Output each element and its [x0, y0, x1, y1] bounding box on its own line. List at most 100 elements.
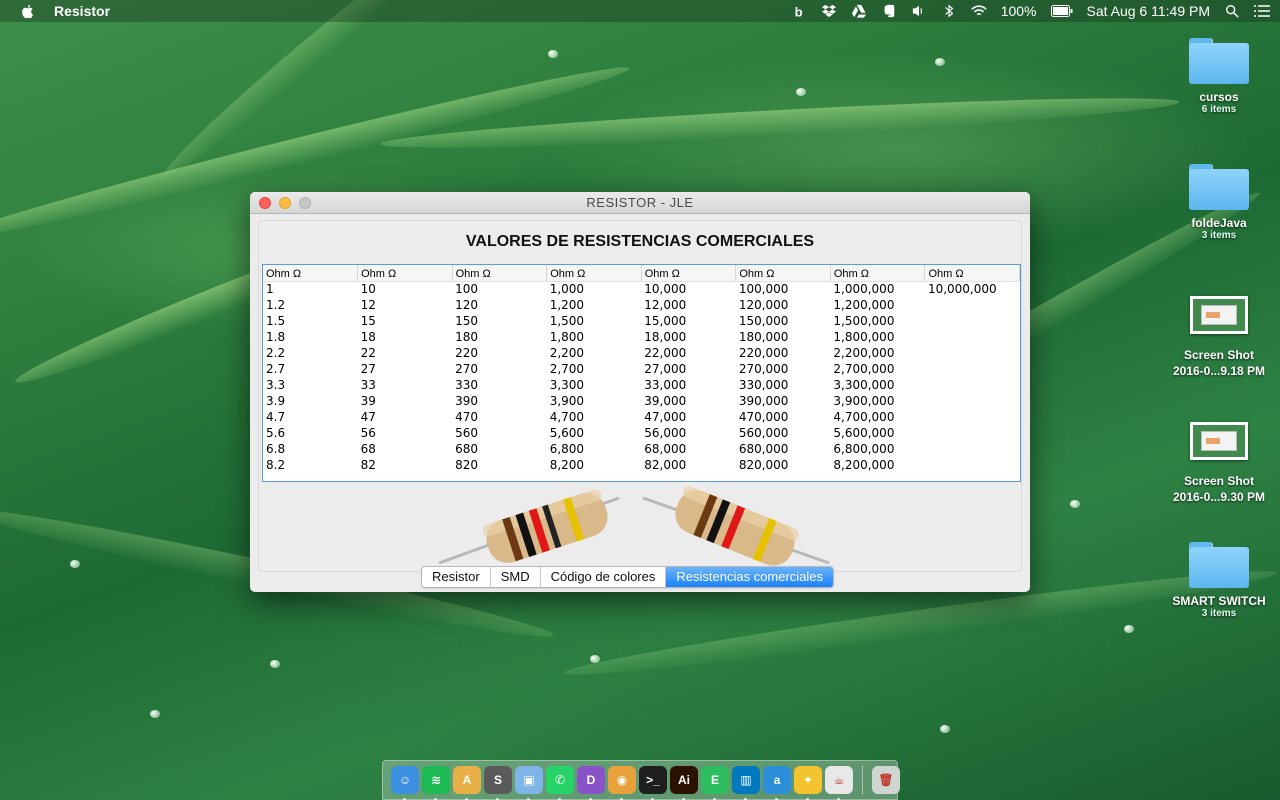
table-cell[interactable]: 47,000	[641, 409, 736, 425]
table-cell[interactable]: 180	[452, 329, 547, 345]
clock[interactable]: Sat Aug 6 11:49 PM	[1087, 3, 1211, 19]
table-cell[interactable]: 5,600	[547, 425, 642, 441]
table-cell[interactable]: 6,800	[547, 441, 642, 457]
table-cell[interactable]: 470	[452, 409, 547, 425]
apple-menu-icon[interactable]	[20, 3, 36, 19]
table-cell[interactable]: 22	[358, 345, 453, 361]
table-cell[interactable]	[925, 457, 1020, 473]
table-cell[interactable]	[925, 393, 1020, 409]
table-cell[interactable]: 3,900	[547, 393, 642, 409]
desktop-screenshot-1[interactable]: Screen Shot 2016-0...9.18 PM	[1159, 296, 1279, 378]
table-cell[interactable]: 18,000	[641, 329, 736, 345]
table-cell[interactable]: 56	[358, 425, 453, 441]
table-row[interactable]: 5.6 56 560 5,600 56,000 560,000 5,600,000	[263, 425, 1020, 441]
table-cell[interactable]	[925, 377, 1020, 393]
table-cell[interactable]: 3,300,000	[830, 377, 925, 393]
table-cell[interactable]: 2,200,000	[830, 345, 925, 361]
table-cell[interactable]: 390	[452, 393, 547, 409]
table-cell[interactable]: 390,000	[736, 393, 831, 409]
table-cell[interactable]: 680	[452, 441, 547, 457]
table-cell[interactable]: 12	[358, 297, 453, 313]
table-cell[interactable]: 68,000	[641, 441, 736, 457]
app-menu-name[interactable]: Resistor	[54, 3, 110, 19]
table-row[interactable]: 1 10 100 1,000 10,000 100,000 1,000,000 10,000,…	[263, 281, 1020, 297]
table-row[interactable]: 6.8 68 680 6,800 68,000 680,000 6,800,000	[263, 441, 1020, 457]
table-cell[interactable]: 120,000	[736, 297, 831, 313]
table-row[interactable]: 3.9 39 390 3,900 39,000 390,000 3,900,000	[263, 393, 1020, 409]
android-studio-icon[interactable]: A	[453, 766, 481, 800]
table-cell[interactable]: 68	[358, 441, 453, 457]
table-cell[interactable]: 5.6	[263, 425, 358, 441]
table-cell[interactable]: 330	[452, 377, 547, 393]
table-cell[interactable]: 1.2	[263, 297, 358, 313]
column-header[interactable]: Ohm Ω	[263, 265, 359, 282]
table-cell[interactable]: 3,900,000	[830, 393, 925, 409]
table-cell[interactable]: 1.8	[263, 329, 358, 345]
table-cell[interactable]: 1,500	[547, 313, 642, 329]
table-cell[interactable]: 1.5	[263, 313, 358, 329]
table-cell[interactable]: 8,200,000	[830, 457, 925, 473]
bitbucket-icon[interactable]: b	[791, 4, 807, 18]
table-cell[interactable]: 560,000	[736, 425, 831, 441]
table-cell[interactable]: 220	[452, 345, 547, 361]
wifi-icon[interactable]	[970, 4, 987, 18]
table-cell[interactable]: 8.2	[263, 457, 358, 473]
table-cell[interactable]: 820,000	[736, 457, 831, 473]
table-cell[interactable]: 470,000	[736, 409, 831, 425]
table-row[interactable]: 1.8 18 180 1,800 18,000 180,000 1,800,000	[263, 329, 1020, 345]
table-cell[interactable]: 33	[358, 377, 453, 393]
desktop-screenshot-2[interactable]: Screen Shot 2016-0...9.30 PM	[1159, 422, 1279, 504]
column-header[interactable]: Ohm Ω	[924, 265, 1020, 282]
table-cell[interactable]: 6.8	[263, 441, 358, 457]
table-cell[interactable]: 220,000	[736, 345, 831, 361]
spotify-icon[interactable]: ≋	[422, 766, 450, 800]
table-cell[interactable]: 8,200	[547, 457, 642, 473]
table-cell[interactable]: 150	[452, 313, 547, 329]
table-cell[interactable]	[925, 409, 1020, 425]
table-cell[interactable]: 3.9	[263, 393, 358, 409]
table-cell[interactable]: 3,300	[547, 377, 642, 393]
table-cell[interactable]: 27	[358, 361, 453, 377]
desktop-folder-foldejava[interactable]: foldeJava 3 items	[1159, 164, 1279, 241]
table-cell[interactable]: 2.2	[263, 345, 358, 361]
column-header[interactable]: Ohm Ω	[546, 265, 642, 282]
bluetooth-icon[interactable]	[941, 4, 957, 18]
terminal-icon[interactable]: >_	[639, 766, 667, 800]
table-cell[interactable]: 10,000,000	[925, 281, 1020, 297]
spotlight-icon[interactable]	[1224, 4, 1240, 18]
table-cell[interactable]: 39	[358, 393, 453, 409]
table-cell[interactable]: 180,000	[736, 329, 831, 345]
table-cell[interactable]: 1,500,000	[830, 313, 925, 329]
tab-codigo-de-colores[interactable]: Código de colores	[541, 567, 667, 587]
table-cell[interactable]: 100	[452, 281, 547, 297]
sublime-text-icon[interactable]: S	[484, 766, 512, 800]
volume-icon[interactable]	[911, 4, 927, 18]
table-cell[interactable]: 1	[263, 281, 358, 297]
table-cell[interactable]: 2.7	[263, 361, 358, 377]
table-cell[interactable]: 100,000	[736, 281, 831, 297]
java-icon[interactable]: ☕	[825, 766, 853, 800]
virtualbox-icon[interactable]: ▣	[515, 766, 543, 800]
table-row[interactable]: 1.2 12 120 1,200 12,000 120,000 1,200,000	[263, 297, 1020, 313]
table-cell[interactable]: 2,700	[547, 361, 642, 377]
table-cell[interactable]: 1,200,000	[830, 297, 925, 313]
notification-center-icon[interactable]	[1254, 4, 1270, 18]
table-cell[interactable]: 10,000	[641, 281, 736, 297]
table-cell[interactable]: 12,000	[641, 297, 736, 313]
table-row[interactable]: 3.3 33 330 3,300 33,000 330,000 3,300,000	[263, 377, 1020, 393]
table-cell[interactable]	[925, 441, 1020, 457]
table-cell[interactable]	[925, 425, 1020, 441]
table-cell[interactable]: 270,000	[736, 361, 831, 377]
table-row[interactable]: 2.2 22 220 2,200 22,000 220,000 2,200,000	[263, 345, 1020, 361]
tab-resistor[interactable]: Resistor	[422, 567, 491, 587]
table-cell[interactable]: 27,000	[641, 361, 736, 377]
table-cell[interactable]: 10	[358, 281, 453, 297]
table-cell[interactable]: 3.3	[263, 377, 358, 393]
table-cell[interactable]: 22,000	[641, 345, 736, 361]
table-cell[interactable]: 560	[452, 425, 547, 441]
column-header[interactable]: Ohm Ω	[452, 265, 548, 282]
table-cell[interactable]	[925, 313, 1020, 329]
column-header[interactable]: Ohm Ω	[735, 265, 831, 282]
table-cell[interactable]: 5,600,000	[830, 425, 925, 441]
table-cell[interactable]	[925, 297, 1020, 313]
